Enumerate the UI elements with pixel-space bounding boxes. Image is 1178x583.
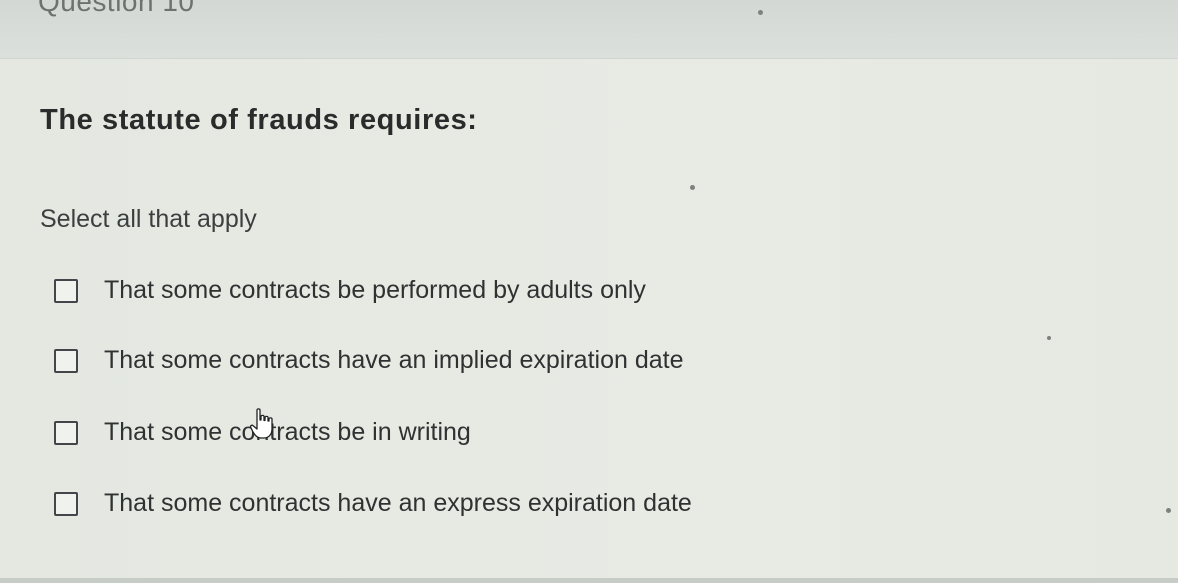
hand-pointer-icon (250, 408, 273, 439)
dust-speck (1166, 508, 1171, 513)
instruction-text: Select all that apply (40, 205, 257, 233)
dust-speck (1047, 336, 1051, 340)
dust-speck (690, 185, 695, 190)
checkbox[interactable] (54, 420, 78, 445)
answer-option-express-expiration[interactable]: That some contracts have an express expi… (54, 489, 692, 518)
answer-option-label[interactable]: That some contracts have an express expi… (104, 489, 692, 518)
answer-option-label[interactable]: That some contracts be in writing (104, 418, 471, 447)
panel-divider (0, 578, 1178, 583)
question-header: Question 10 (0, 0, 1178, 58)
answer-option-label[interactable]: That some contracts have an implied expi… (104, 346, 683, 375)
question-number: Question 10 (38, 0, 195, 17)
dust-speck (758, 10, 763, 15)
checkbox[interactable] (54, 491, 78, 516)
checkbox[interactable] (54, 348, 78, 373)
checkbox[interactable] (54, 278, 78, 303)
answer-option-implied-expiration[interactable]: That some contracts have an implied expi… (54, 346, 683, 375)
answer-option-label[interactable]: That some contracts be performed by adul… (104, 276, 646, 305)
question-prompt: The statute of frauds requires: (40, 104, 478, 136)
answer-option-adults-only[interactable]: That some contracts be performed by adul… (54, 276, 646, 305)
